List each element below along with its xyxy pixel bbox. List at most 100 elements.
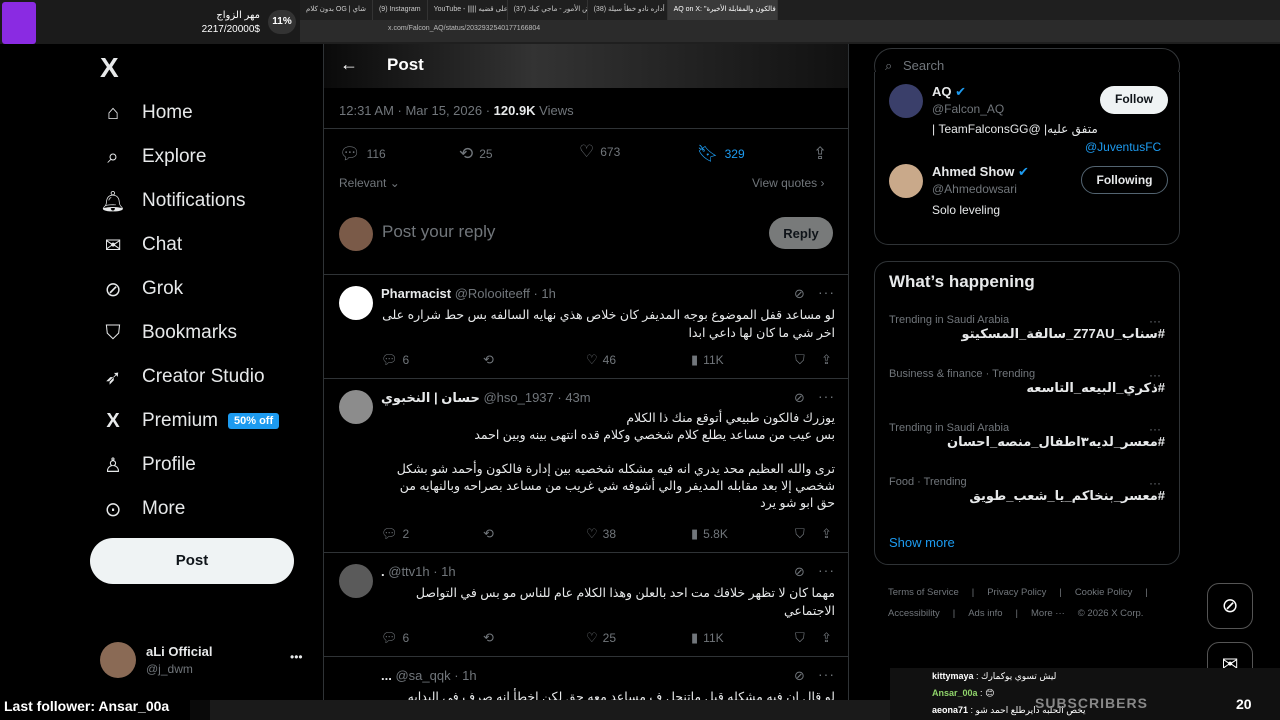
nav-item-bookmarks[interactable]: ⛉ Bookmarks	[100, 313, 238, 353]
repost-action[interactable]: ⟲	[483, 526, 499, 542]
footer-link[interactable]: More ···	[1031, 608, 1065, 619]
trend-item[interactable]: Trending in Saudi Arabia #معسر_لديه٣اطفا…	[889, 422, 1169, 450]
browser-tab[interactable]: (38) هل أداره نادو خطأ سيلة	[588, 0, 668, 20]
reply-input[interactable]: Post your reply	[382, 222, 495, 242]
nav-label: Bookmarks	[142, 322, 238, 343]
views-stat[interactable]: ▮ 5.8K	[691, 526, 728, 542]
post-button[interactable]: Post	[90, 538, 294, 584]
reply-count: 6	[402, 631, 410, 645]
nav-label: Creator Studio	[142, 366, 265, 387]
reply-icon: 💬︎	[381, 352, 398, 367]
author-name: .	[381, 564, 385, 579]
sort-dropdown[interactable]: Relevant ⌄	[339, 176, 400, 190]
grok-icon[interactable]: ⊘	[794, 564, 805, 580]
view-quotes-link[interactable]: View quotes ›	[752, 176, 825, 190]
x-logo-icon[interactable]: X	[100, 52, 119, 84]
stream-chat-overlay: kittymaya : ليش تسوي يوكمارك Ansar_00a :…	[890, 668, 1280, 720]
donation-goal-overlay: مهر الزواج 2217/20000$ 11%	[0, 0, 300, 44]
share-action[interactable]: ⇪	[821, 352, 837, 368]
more-icon[interactable]: ···	[1149, 368, 1161, 382]
account-switcher[interactable]: aLi Official @j_dwm •••	[100, 642, 310, 682]
footer-link[interactable]: Accessibility	[888, 608, 940, 619]
repost-action[interactable]: ⟲ 25	[459, 144, 493, 164]
address-bar[interactable]: x.com/Falcon_AQ/status/20329325401771668…	[388, 25, 540, 32]
footer-link[interactable]: Terms of Service	[888, 587, 959, 598]
following-button[interactable]: Following	[1081, 166, 1168, 194]
account-name: Ahmed Show ✔	[932, 164, 1029, 180]
reply-button[interactable]: Reply	[769, 217, 833, 249]
tweet-text: لو مساعد قفل الموضوع بوجه المديفر كان خل…	[382, 308, 835, 340]
nav-item-creator-studio[interactable]: ➶ Creator Studio	[100, 357, 265, 397]
nav-item-profile[interactable]: ♙ Profile	[100, 445, 196, 485]
like-action[interactable]: ♡ 46	[586, 352, 616, 368]
nav-item-grok[interactable]: ⊘ Grok	[100, 269, 184, 309]
grok-icon[interactable]: ⊘	[794, 390, 805, 406]
footer-link[interactable]: Privacy Policy	[987, 587, 1046, 598]
author-handle: @ttv1h · 1h	[388, 564, 456, 579]
share-action[interactable]: ⇪	[821, 526, 837, 542]
like-action[interactable]: ♡ 25	[586, 630, 616, 646]
suggested-account[interactable]: AQ ✔ @Falcon_AQ Follow متفق عليه| @TeamF…	[889, 82, 1169, 162]
trend-item[interactable]: Food · Trending #معسر_بنخاكم_يا_شعب_طويق…	[889, 476, 1169, 504]
reply-action[interactable]: 💬︎ 2	[381, 526, 409, 542]
bookmark-action[interactable]: ⛉	[795, 352, 810, 368]
reply-action[interactable]: 💬︎ 116	[339, 144, 386, 164]
browser-tab-active[interactable]: AQ on X: "إدارة فالكون والمقابلة الأخيرة	[667, 0, 778, 20]
follow-button[interactable]: Follow	[1100, 86, 1168, 114]
nav-item-more[interactable]: ⊙ More	[100, 489, 186, 529]
views-stat[interactable]: ▮ 11K	[691, 630, 724, 646]
bio-mention-link[interactable]: @JuventusFC	[1085, 140, 1161, 154]
view-count: 11K	[703, 631, 724, 645]
views-stat[interactable]: ▮ 11K	[691, 352, 724, 368]
suggested-account[interactable]: Ahmed Show ✔ @Ahmedowsari Following Solo…	[889, 162, 1169, 232]
reply-action[interactable]: 💬︎ 6	[381, 630, 409, 646]
browser-tab[interactable]: YouTube - ||||| رفع على قضيه	[428, 0, 508, 20]
footer-link[interactable]: Ads info	[968, 608, 1002, 619]
browser-tab[interactable]: بدون كلام OG | شاي	[300, 0, 373, 20]
reply-action[interactable]: 💬︎ 6	[381, 352, 409, 368]
bell-icon: 🔔︎	[100, 190, 126, 213]
bookmark-action[interactable]: ⛉	[795, 630, 810, 646]
grok-floating-button[interactable]: ⊘	[1207, 583, 1253, 629]
repost-action[interactable]: ⟲	[483, 630, 499, 646]
like-action[interactable]: ♡ 38	[586, 526, 616, 542]
show-more-link[interactable]: Show more	[889, 535, 955, 550]
reply-icon: 💬︎	[381, 630, 398, 645]
author-name: حسان | النخبوي	[381, 390, 480, 405]
more-icon[interactable]: ···	[818, 388, 835, 404]
bookmark-action[interactable]: ⛉	[795, 526, 810, 542]
premium-discount-badge: 50% off	[228, 413, 280, 429]
share-action[interactable]: ⇪	[821, 630, 837, 646]
home-icon: ⌂	[106, 101, 120, 124]
grok-icon[interactable]: ⊘	[794, 668, 805, 684]
author-name: Pharmacist	[381, 286, 452, 301]
more-icon[interactable]: ···	[818, 562, 835, 578]
trend-item[interactable]: Trending in Saudi Arabia #سناب_Z77AU_سال…	[889, 314, 1169, 342]
nav-item-premium[interactable]: X Premium 50% off	[100, 401, 280, 441]
more-icon[interactable]: ···	[1149, 314, 1161, 328]
more-icon[interactable]: ···	[818, 666, 835, 682]
trend-item[interactable]: Business & finance · Trending #ذكري_البي…	[889, 368, 1169, 396]
nav-item-home[interactable]: ⌂ Home	[100, 93, 193, 133]
bookmark-action[interactable]: 🔖︎ 329	[697, 144, 745, 164]
more-icon[interactable]: ···	[818, 284, 835, 300]
more-icon[interactable]: ···	[1149, 476, 1161, 490]
nav-item-notifications[interactable]: 🔔︎ Notifications	[100, 181, 245, 221]
post-time[interactable]: 12:31 AM · Mar 15, 2026 ·	[339, 103, 494, 118]
footer-link[interactable]: Cookie Policy	[1075, 587, 1133, 598]
grok-icon[interactable]: ⊘	[794, 286, 805, 302]
more-icon[interactable]: ···	[1149, 422, 1161, 436]
back-arrow-icon[interactable]: ←	[340, 54, 358, 75]
repost-action[interactable]: ⟲	[483, 352, 499, 368]
share-action[interactable]: ⇪	[813, 144, 833, 164]
nav-item-explore[interactable]: ⌕ Explore	[100, 137, 206, 177]
browser-tab[interactable]: (37) توضيح بعض الأمور - ماجي كيك	[508, 0, 588, 20]
reply-tweet[interactable]: حسان | النخبوي @hso_1937 · 43m ⊘ ··· يوز…	[324, 380, 848, 552]
reply-tweet[interactable]: . @ttv1h · 1h ⊘ ··· مهما كان لا تظهر خلا…	[324, 554, 848, 656]
like-action[interactable]: ♡ 673	[579, 142, 620, 162]
trend-context: Business & finance · Trending	[889, 368, 1036, 380]
browser-tab[interactable]: (9) Instagram	[373, 0, 428, 20]
nav-item-chat[interactable]: ✉ Chat	[100, 225, 183, 265]
trend-title: #معسر_لديه٣اطفال_منصه_احسان	[946, 434, 1165, 449]
reply-tweet[interactable]: Pharmacist @Rolooiteeff · 1h ⊘ ··· لو مس…	[324, 276, 848, 378]
